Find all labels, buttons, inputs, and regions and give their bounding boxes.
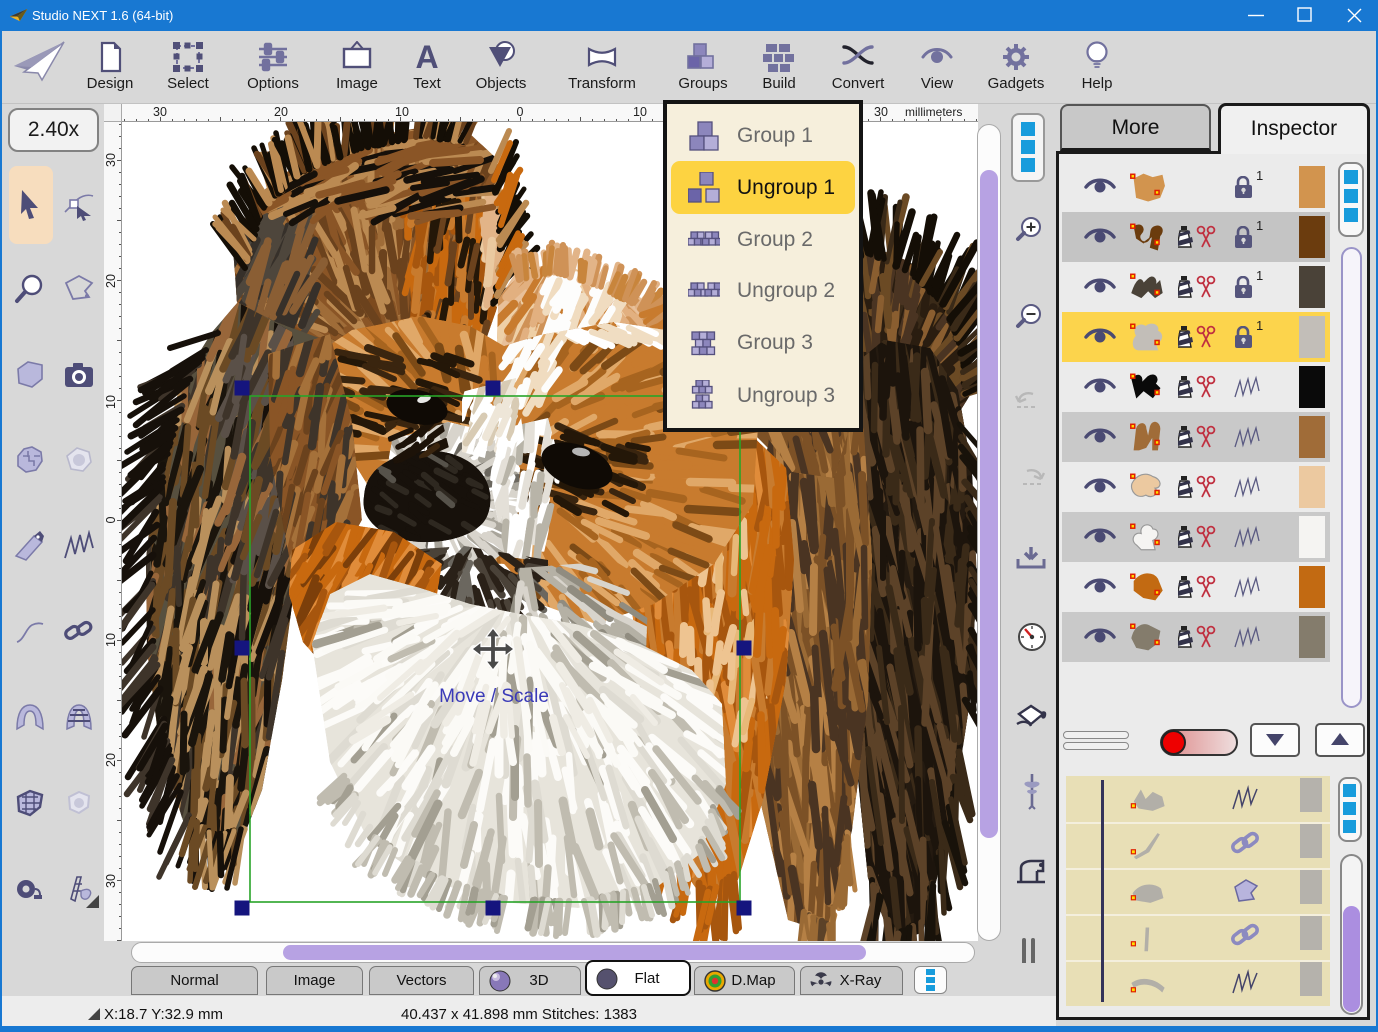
svg-text:10: 10 xyxy=(395,105,409,119)
svg-text:0: 0 xyxy=(104,516,118,523)
svg-text:10: 10 xyxy=(104,633,118,647)
svg-text:Move / Scale: Move / Scale xyxy=(439,686,549,707)
svg-text:30: 30 xyxy=(104,874,118,888)
svg-text:A: A xyxy=(415,41,438,73)
svg-text:30: 30 xyxy=(874,105,888,119)
svg-text:millimeters: millimeters xyxy=(905,105,962,119)
svg-text:10: 10 xyxy=(104,395,118,409)
svg-text:30: 30 xyxy=(153,105,167,119)
svg-text:0: 0 xyxy=(517,105,524,119)
svg-text:20: 20 xyxy=(274,105,288,119)
svg-text:20: 20 xyxy=(104,274,118,288)
svg-text:30: 30 xyxy=(104,153,118,167)
svg-text:20: 20 xyxy=(104,753,118,767)
svg-text:10: 10 xyxy=(633,105,647,119)
